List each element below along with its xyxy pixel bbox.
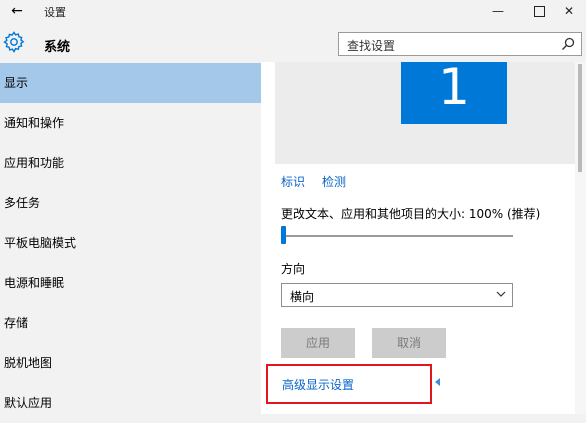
monitor-tile[interactable]: 1 [401, 58, 507, 124]
sidebar-item-offline-maps[interactable]: 脱机地图 [0, 343, 261, 383]
sidebar-item-multitasking[interactable]: 多任务 [0, 183, 261, 223]
orientation-dropdown[interactable]: 横向 [281, 283, 513, 307]
sidebar: 显示 通知和操作 应用和功能 多任务 平板电脑模式 电源和睡眠 存储 脱机地图 … [0, 62, 261, 414]
gear-icon [3, 31, 25, 53]
orientation-value: 横向 [290, 290, 315, 304]
display-preview: 1 [275, 58, 575, 164]
scale-label: 更改文本、应用和其他项目的大小: 100% (推荐) [281, 207, 541, 221]
title-bar: ← 设置 — ✕ [0, 0, 586, 24]
scrollbar-thumb[interactable] [578, 64, 582, 172]
sidebar-item-storage[interactable]: 存储 [0, 303, 261, 343]
close-button[interactable]: ✕ [552, 0, 586, 22]
sidebar-item-display[interactable]: 显示 [0, 63, 261, 103]
cancel-button[interactable]: 取消 [372, 328, 446, 358]
detect-link[interactable]: 检测 [322, 173, 346, 190]
scale-slider-thumb[interactable] [281, 226, 286, 244]
advanced-display-settings-link[interactable]: 高级显示设置 [282, 376, 354, 393]
back-arrow-icon[interactable]: ← [6, 1, 28, 21]
apply-button[interactable]: 应用 [281, 328, 355, 358]
sidebar-item-notifications[interactable]: 通知和操作 [0, 103, 261, 143]
pointer-triangle-icon [435, 378, 440, 386]
monitor-number: 1 [438, 58, 470, 116]
chevron-down-icon [496, 291, 506, 297]
scale-slider-track[interactable] [281, 235, 513, 237]
maximize-icon [533, 6, 545, 17]
main-content: 1 标识 检测 更改文本、应用和其他项目的大小: 100% (推荐) 方向 横向… [261, 58, 586, 414]
identify-link[interactable]: 标识 [281, 173, 305, 190]
window-title: 设置 [44, 6, 66, 19]
search-input[interactable]: 查找设置 [338, 32, 582, 56]
minimize-button[interactable]: — [476, 0, 520, 22]
orientation-label: 方向 [281, 262, 306, 276]
sidebar-item-tablet-mode[interactable]: 平板电脑模式 [0, 223, 261, 263]
scrollbar[interactable] [575, 62, 586, 414]
sidebar-item-default-apps[interactable]: 默认应用 [0, 383, 261, 423]
search-placeholder: 查找设置 [347, 39, 396, 53]
sidebar-item-power[interactable]: 电源和睡眠 [0, 263, 261, 303]
sidebar-item-apps[interactable]: 应用和功能 [0, 143, 261, 183]
highlight-box: 高级显示设置 [266, 364, 432, 404]
page-title: 系统 [44, 40, 71, 55]
search-icon[interactable] [561, 37, 575, 51]
